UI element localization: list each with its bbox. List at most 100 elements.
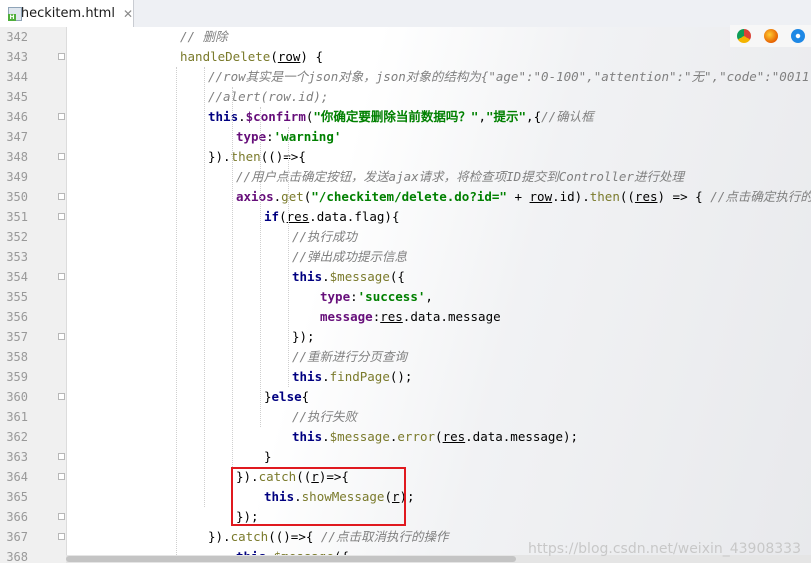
code-line[interactable]: 363}	[0, 447, 811, 467]
code-token: .data.message	[402, 309, 501, 324]
code-token: //alert(row.id);	[208, 89, 329, 104]
code-text: if(res.data.flag){	[264, 207, 399, 227]
firefox-icon[interactable]	[763, 29, 778, 43]
code-token: ) => {	[657, 189, 711, 204]
line-number: 350	[6, 190, 28, 204]
fold-marker-icon[interactable]	[58, 153, 65, 160]
close-tab-icon[interactable]: ✕	[123, 7, 133, 21]
code-editor[interactable]: 342// 删除 343 handleDelete(row) { 344 //row其实…	[0, 27, 811, 563]
code-token: }	[264, 449, 272, 464]
code-token: //重新进行分页查询	[292, 349, 408, 364]
code-token: this	[292, 269, 323, 284]
code-text: //执行失败	[292, 407, 357, 427]
code-text: this.$message.error(res.data.message);	[292, 427, 578, 447]
line-number: 347	[6, 130, 28, 144]
code-token: "你确定要删除当前数据吗？"	[313, 109, 479, 124]
code-token: (	[279, 209, 287, 224]
line-number: 352	[6, 230, 28, 244]
line-number: 368	[6, 550, 28, 563]
code-token: //点击取消执行的操作	[320, 529, 449, 544]
code-line[interactable]: 359 this.findPage();	[0, 367, 811, 387]
code-token: 'warning'	[273, 129, 342, 144]
code-line[interactable]: 360}else{	[0, 387, 811, 407]
line-number: 343	[6, 50, 28, 64]
code-text: // 删除	[180, 27, 228, 47]
code-text: //执行成功	[292, 227, 357, 247]
indent-guide	[176, 67, 177, 563]
fold-marker-icon[interactable]	[58, 213, 65, 220]
editor-tab-bar: H checkitem.html ✕	[0, 0, 811, 28]
indent-guide	[288, 127, 289, 387]
line-number: 363	[6, 450, 28, 464]
code-token: //确认框	[541, 109, 594, 124]
code-text: }	[264, 447, 272, 467]
line-number: 356	[6, 310, 28, 324]
code-line[interactable]: 357});	[0, 327, 811, 347]
line-number: 366	[6, 510, 28, 524]
code-token: //row其实是一个json对象，json对象的结构为{"age":"0-100…	[208, 69, 811, 84]
code-token: "提示"	[485, 109, 527, 124]
code-line[interactable]: 348}).then(()=>{	[0, 147, 811, 167]
code-text: message:res.data.message	[320, 307, 501, 327]
code-line[interactable]: 343 handleDelete(row) {	[0, 47, 811, 67]
scrollbar-thumb[interactable]	[66, 556, 516, 562]
code-line[interactable]: 351 if(res.data.flag){	[0, 207, 811, 227]
code-token: $confirm	[245, 109, 306, 124]
code-line[interactable]: 354 this.$message({	[0, 267, 811, 287]
chrome-icon[interactable]	[736, 29, 751, 43]
code-token: //执行失败	[292, 409, 358, 424]
code-line[interactable]: 356 message:res.data.message	[0, 307, 811, 327]
fold-marker-icon[interactable]	[58, 393, 65, 400]
code-token: :	[266, 129, 274, 144]
fold-marker-icon[interactable]	[58, 453, 65, 460]
fold-marker-icon[interactable]	[58, 53, 65, 60]
code-line[interactable]: 355 type:'success',	[0, 287, 811, 307]
code-text: }).then(()=>{	[208, 147, 306, 167]
code-line[interactable]: 344 //row其实是一个json对象，json对象的结构为{"age":"0-…	[0, 67, 811, 87]
code-token: //用户点击确定按钮，发送ajax请求，将检查项ID提交到Controller进…	[236, 169, 684, 184]
fold-marker-icon[interactable]	[58, 113, 65, 120]
code-token: //执行成功	[292, 229, 358, 244]
code-line[interactable]: 346 this.$confirm("你确定要删除当前数据吗？","提示",{//…	[0, 107, 811, 127]
line-number: 349	[6, 170, 28, 184]
code-line[interactable]: 361 //执行失败	[0, 407, 811, 427]
code-token: if	[264, 209, 280, 224]
code-token: }).	[208, 149, 231, 164]
code-token: then	[230, 149, 261, 164]
safari-icon[interactable]	[790, 29, 805, 43]
html-file-icon: H	[8, 6, 22, 21]
code-token: this	[208, 109, 239, 124]
code-token: $message	[329, 429, 390, 444]
tab-checkitem-html[interactable]: H checkitem.html ✕	[0, 0, 134, 27]
fold-marker-icon[interactable]	[58, 473, 65, 480]
code-token: row	[277, 49, 301, 64]
code-token: .	[238, 109, 246, 124]
code-token: findPage	[329, 369, 390, 384]
line-number: 344	[6, 70, 28, 84]
code-line[interactable]: 347 type:'warning'	[0, 127, 811, 147]
fold-marker-icon[interactable]	[58, 513, 65, 520]
fold-marker-icon[interactable]	[58, 193, 65, 200]
code-token: this	[292, 429, 323, 444]
code-line[interactable]: 345 //alert(row.id);	[0, 87, 811, 107]
code-line[interactable]: 358 //重新进行分页查询	[0, 347, 811, 367]
code-token: .	[322, 429, 330, 444]
code-line[interactable]: 353 //弹出成功提示信息	[0, 247, 811, 267]
code-text: axios.get("/checkitem/delete.do?id=" + r…	[236, 187, 811, 207]
watermark: https://blog.csdn.net/weixin_43908333	[527, 541, 801, 557]
line-number: 364	[6, 470, 28, 484]
code-line[interactable]: 362 this.$message.error(res.data.message)…	[0, 427, 811, 447]
line-number: 357	[6, 330, 28, 344]
code-line[interactable]: 352 //执行成功	[0, 227, 811, 247]
line-number: 360	[6, 390, 28, 404]
code-text: //弹出成功提示信息	[292, 247, 407, 267]
code-line[interactable]: 342 // 删除	[0, 27, 811, 47]
fold-marker-icon[interactable]	[58, 533, 65, 540]
code-token: }).	[208, 529, 231, 544]
code-token: then	[589, 189, 620, 204]
code-line[interactable]: 349 //用户点击确定按钮，发送ajax请求，将检查项ID提交到Controll…	[0, 167, 811, 187]
code-line[interactable]: 350 axios.get("/checkitem/delete.do?id=" …	[0, 187, 811, 207]
fold-marker-icon[interactable]	[58, 273, 65, 280]
line-number: 346	[6, 110, 28, 124]
fold-marker-icon[interactable]	[58, 333, 65, 340]
